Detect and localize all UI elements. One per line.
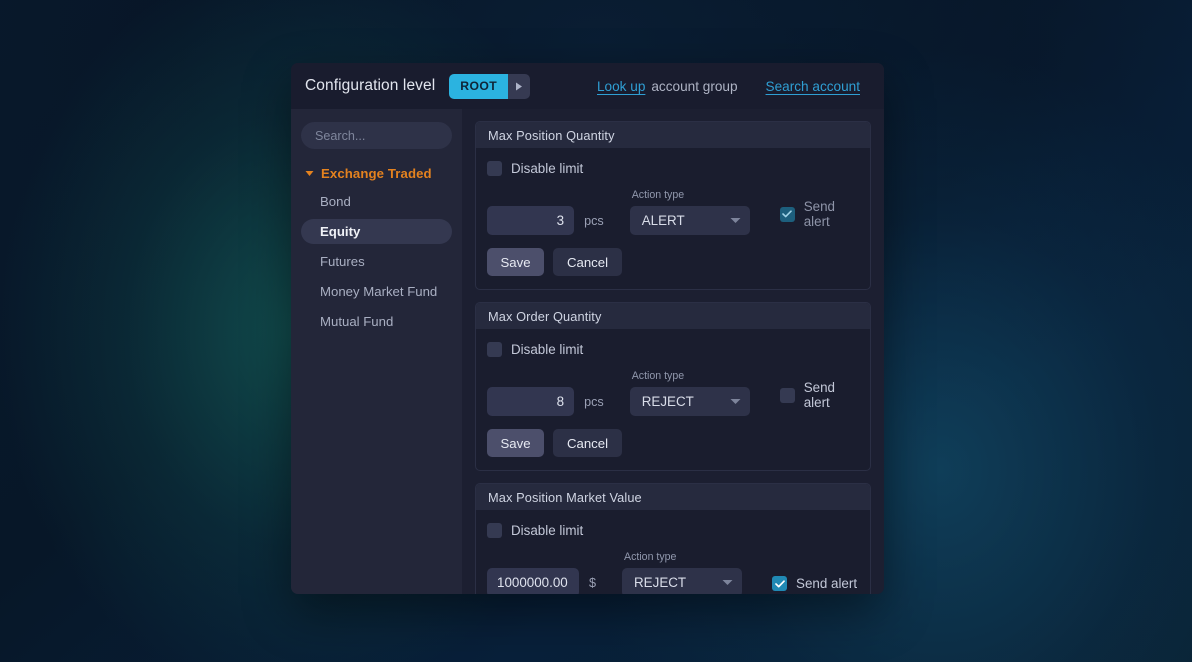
sidebar: Search... Exchange Traded Bond Equity Fu… — [291, 109, 462, 594]
search-input[interactable]: Search... — [301, 122, 452, 149]
disable-limit-label: Disable limit — [511, 523, 584, 538]
disable-limit-label: Disable limit — [511, 342, 584, 357]
send-alert-checkbox[interactable] — [779, 206, 795, 222]
card-body: Disable limit 3 pcs Action type ALERT Se… — [476, 148, 870, 289]
disable-limit-row: Disable limit — [487, 342, 859, 357]
sidebar-item-mutual-fund[interactable]: Mutual Fund — [301, 309, 452, 334]
disable-limit-label: Disable limit — [511, 161, 584, 176]
page-title: Configuration level — [305, 77, 436, 94]
limit-value-input[interactable]: 3 — [487, 206, 575, 235]
disable-limit-row: Disable limit — [487, 523, 859, 538]
caret-down-icon — [305, 170, 314, 177]
card-title: Max Position Market Value — [488, 489, 642, 505]
limit-unit-label: $ — [589, 576, 597, 590]
send-alert-label: Send alert — [796, 576, 858, 591]
cancel-button[interactable]: Cancel — [553, 429, 622, 457]
limit-unit-label: pcs — [584, 214, 604, 228]
limit-card-max-order-quantity: Max Order Quantity Disable limit 8 pcs A… — [475, 302, 871, 471]
root-level-chip[interactable]: ROOT — [449, 73, 531, 99]
send-alert-row: Send alert — [779, 380, 859, 410]
card-header: Max Order Quantity — [476, 303, 870, 329]
send-alert-label: Send alert — [803, 380, 835, 410]
card-body: Disable limit 1000000.00 $ Action type R… — [476, 510, 870, 594]
action-type-group: Action type REJECT — [622, 551, 743, 594]
search-placeholder: Search... — [315, 128, 366, 143]
sidebar-item-bond[interactable]: Bond — [301, 189, 452, 214]
disable-limit-checkbox[interactable] — [487, 523, 502, 538]
disable-limit-checkbox[interactable] — [487, 161, 502, 176]
action-type-select[interactable]: ALERT — [629, 206, 750, 235]
window-body: Search... Exchange Traded Bond Equity Fu… — [291, 109, 884, 594]
chevron-down-icon — [730, 217, 741, 224]
limit-card-max-position-quantity: Max Position Quantity Disable limit 3 pc… — [475, 121, 871, 290]
action-type-group: Action type ALERT — [629, 189, 750, 235]
action-type-caption: Action type — [631, 189, 685, 201]
card-body: Disable limit 8 pcs Action type REJECT S… — [476, 329, 870, 470]
action-type-value: REJECT — [641, 394, 694, 409]
action-type-select[interactable]: REJECT — [622, 568, 743, 594]
send-alert-row: Send alert — [779, 199, 859, 229]
limit-card-max-position-market-value: Max Position Market Value Disable limit … — [475, 483, 871, 594]
sidebar-group-exchange-traded[interactable]: Exchange Traded — [301, 163, 452, 184]
root-chip-label: ROOT — [449, 73, 509, 99]
send-alert-checkbox[interactable] — [779, 387, 795, 403]
limit-field-row: 1000000.00 $ Action type REJECT Send ale… — [487, 551, 859, 594]
sidebar-item-futures[interactable]: Futures — [301, 249, 452, 274]
card-title: Max Position Quantity — [488, 127, 615, 143]
send-alert-label: Send alert — [803, 199, 835, 229]
lookup-suffix-text: account group — [651, 78, 738, 94]
search-account-link[interactable]: Search account — [766, 79, 860, 94]
action-type-group: Action type REJECT — [629, 370, 750, 416]
action-type-caption: Action type — [624, 551, 677, 563]
window-topbar: Configuration level ROOT Look up account… — [291, 63, 884, 109]
send-alert-row: Send alert — [772, 576, 857, 591]
action-type-caption: Action type — [631, 370, 685, 382]
limits-content: Max Position Quantity Disable limit 3 pc… — [462, 109, 884, 594]
sidebar-item-equity[interactable]: Equity — [301, 219, 452, 244]
card-actions: Save Cancel — [487, 429, 859, 457]
card-title: Max Order Quantity — [488, 308, 602, 324]
limit-unit-label: pcs — [584, 395, 604, 409]
configuration-window: Configuration level ROOT Look up account… — [291, 63, 884, 594]
save-button[interactable]: Save — [487, 429, 544, 457]
limit-field-row: 8 pcs Action type REJECT Send alert — [487, 370, 859, 416]
cancel-button[interactable]: Cancel — [553, 248, 622, 276]
limit-value-input[interactable]: 1000000.00 — [487, 568, 579, 594]
lookup-link[interactable]: Look up — [597, 79, 645, 94]
save-button[interactable]: Save — [487, 248, 544, 276]
topbar-actions: Look up account group Search account — [597, 79, 860, 94]
caret-right-icon[interactable] — [508, 73, 531, 99]
action-type-select[interactable]: REJECT — [629, 387, 750, 416]
limit-value-input[interactable]: 8 — [487, 387, 575, 416]
card-actions: Save Cancel — [487, 248, 859, 276]
send-alert-checkbox[interactable] — [772, 576, 788, 591]
disable-limit-row: Disable limit — [487, 161, 859, 176]
card-header: Max Position Market Value — [476, 484, 870, 510]
limit-field-row: 3 pcs Action type ALERT Send alert — [487, 189, 859, 235]
chevron-down-icon — [730, 398, 741, 405]
sidebar-item-money-market-fund[interactable]: Money Market Fund — [301, 279, 452, 304]
action-type-value: REJECT — [634, 575, 687, 590]
disable-limit-checkbox[interactable] — [487, 342, 502, 357]
action-type-value: ALERT — [641, 213, 685, 228]
card-header: Max Position Quantity — [476, 122, 870, 148]
chevron-down-icon — [722, 579, 733, 586]
sidebar-group-label: Exchange Traded — [321, 166, 432, 181]
